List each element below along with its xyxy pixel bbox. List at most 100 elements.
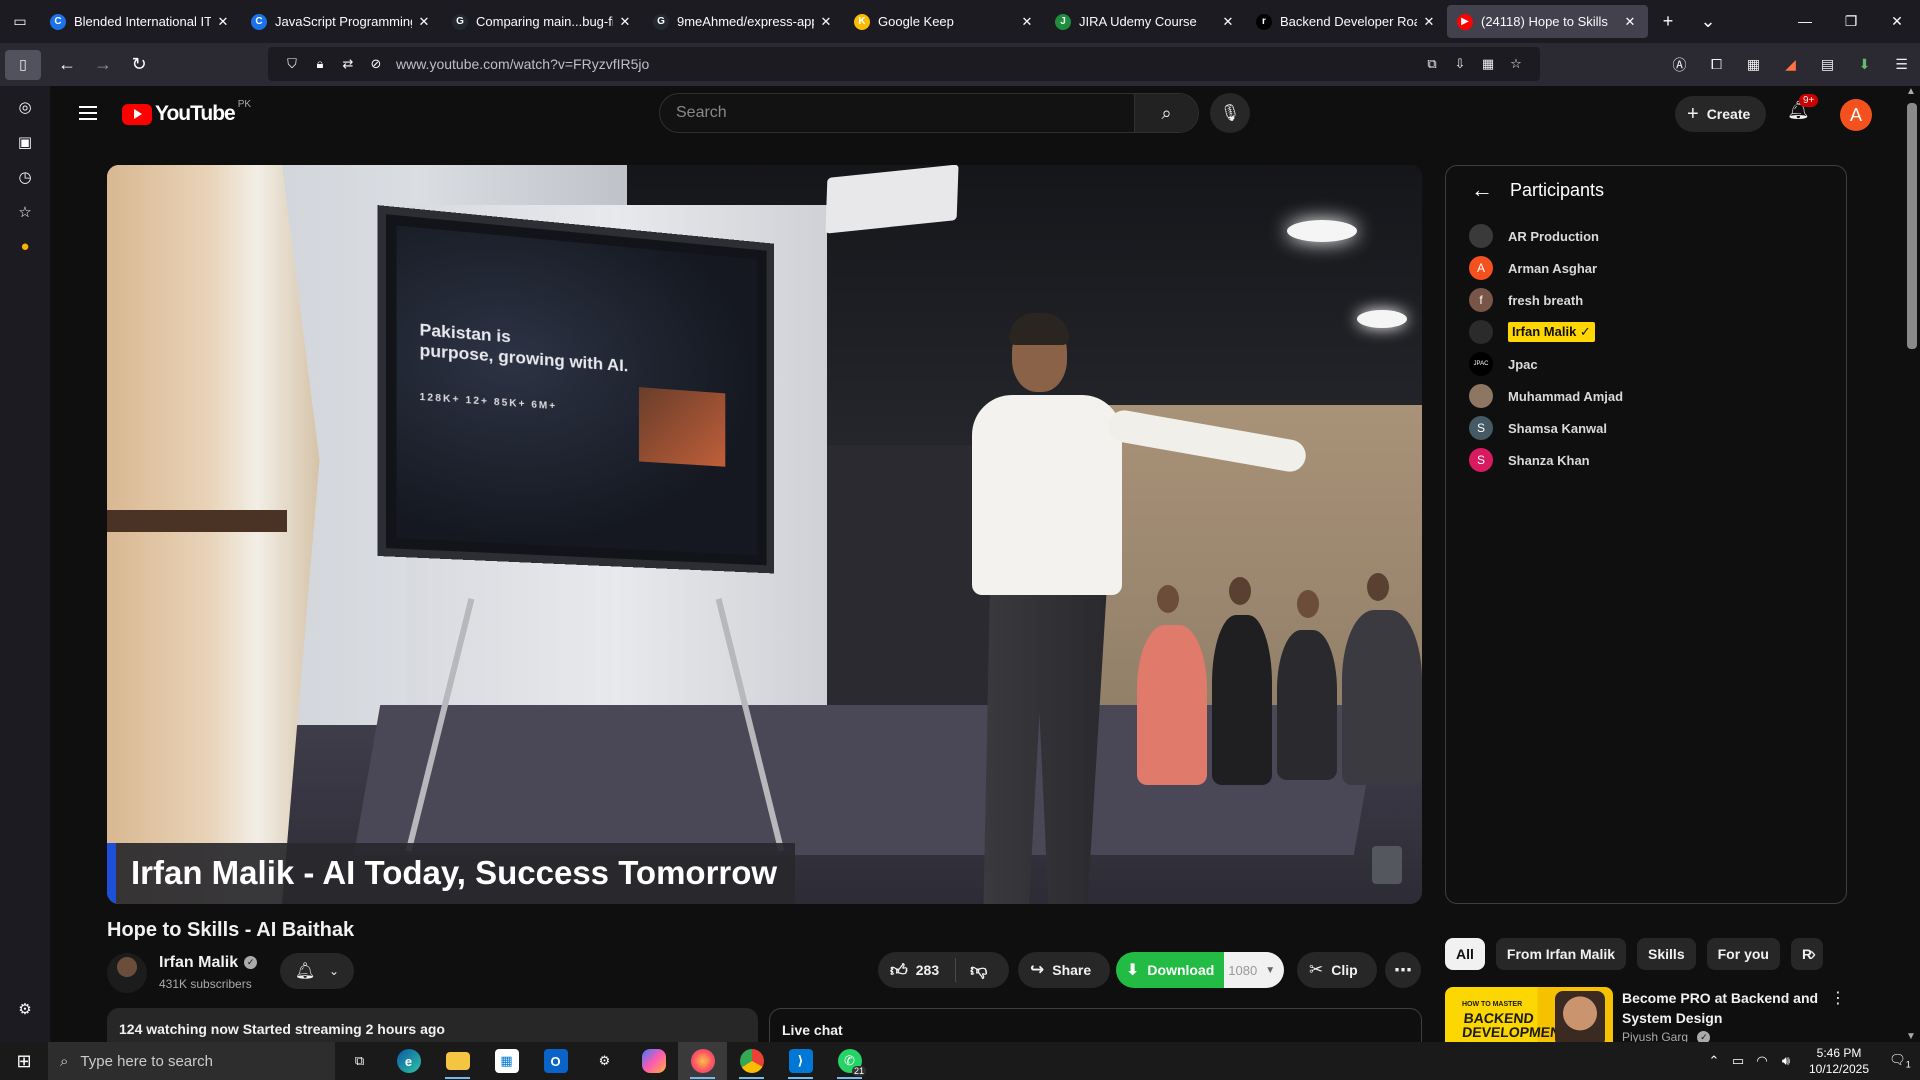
like-count[interactable]: 283 [916,962,939,978]
filter-chip[interactable]: R [1790,938,1824,970]
settings-icon[interactable]: ⚙ [13,1000,37,1024]
browser-tab[interactable]: G Comparing main...bug-fix-t ✕ [442,5,643,38]
sidebar-toggle-button[interactable]: ▯ [5,49,41,80]
restore-button[interactable]: ❐ [1828,13,1874,30]
taskbar-whatsapp[interactable]: ✆ 21 [825,1042,874,1080]
channel-avatar[interactable] [107,953,147,993]
ai-chatbot-icon[interactable]: ◎ [13,98,37,122]
app-menu-icon[interactable]: ☰ [1883,56,1920,73]
tab-close-icon[interactable]: ✕ [1220,14,1236,30]
extension-grid-icon[interactable]: ▦ [1474,56,1502,72]
dislike-icon[interactable]: 👎︎ [970,960,987,981]
taskbar-settings[interactable]: ⚙ [580,1042,629,1080]
back-arrow-icon[interactable]: ← [1462,177,1502,203]
taskbar-search[interactable]: ⌕ Type here to search [48,1042,335,1080]
recommendation-channel-row[interactable]: Piyush Garg ✓ [1622,1030,1711,1042]
youtube-logo[interactable]: YouTube PK [122,99,251,126]
list-all-tabs-button[interactable]: ▭ [0,0,40,43]
filter-chip[interactable]: From Irfan Malik [1495,938,1627,970]
taskbar-firefox[interactable] [678,1042,727,1080]
taskbar-chrome[interactable] [727,1042,776,1080]
browser-tab[interactable]: r Backend Developer Roadm ✕ [1246,5,1447,38]
share-button[interactable]: ↪ Share [1018,952,1110,988]
reader-download-icon[interactable]: ⇩ [1446,56,1474,72]
like-icon[interactable]: 👍︎ [890,960,908,981]
voice-search-button[interactable]: 🎙︎ [1210,93,1250,133]
taskbar-copilot[interactable] [629,1042,678,1080]
media-extension-icon[interactable]: ▤ [1809,56,1846,73]
scroll-down-icon[interactable]: ▼ [1906,1031,1916,1042]
url-text[interactable]: www.youtube.com/watch?v=FRyzvfIR5jo [396,56,649,72]
account-icon[interactable]: Ⓐ [1661,55,1698,75]
browser-tab[interactable]: ▶ (24118) Hope to Skills ✕ [1447,5,1648,38]
browser-tab[interactable]: C Blended International IT Tra ✕ [40,5,241,38]
bookmark-star-icon[interactable]: ☆ [1502,56,1530,72]
minimize-button[interactable]: — [1782,13,1828,30]
tab-close-icon[interactable]: ✕ [1421,14,1437,30]
browser-tab[interactable]: C JavaScript Programming Es ✕ [241,5,442,38]
page-scrollbar[interactable]: ▲ ▼ [1904,86,1920,1042]
clip-button[interactable]: ✂ Clip [1297,952,1377,988]
recommendation-title[interactable]: Become PRO at Backend and System Design [1622,988,1822,1028]
taskbar-file-explorer[interactable] [433,1042,482,1080]
tray-overflow-icon[interactable]: ⌃ [1702,1053,1726,1069]
bookmarks-icon[interactable]: ☆ [13,203,37,227]
participant-item[interactable]: S Shanza Khan [1446,444,1846,476]
wifi-icon[interactable]: ◠ [1750,1053,1774,1069]
taskbar-outlook[interactable]: O [531,1042,580,1080]
search-button[interactable]: ⌕ [1134,94,1198,132]
download-button[interactable]: ⬇ Download [1116,952,1225,988]
scroll-up-icon[interactable]: ▲ [1906,86,1916,97]
start-button[interactable]: ⊞ [0,1051,48,1072]
tab-close-icon[interactable]: ✕ [617,14,633,30]
shield-icon[interactable]: ⛉ [278,56,306,72]
more-actions-button[interactable]: ⋯ [1385,952,1421,988]
volume-icon[interactable]: 🔊︎ [1774,1053,1798,1069]
taskbar-vscode[interactable]: ⟩ [776,1042,825,1080]
action-center-icon[interactable]: 🗨︎1 [1880,1052,1920,1070]
extension-icon[interactable]: ● [13,238,37,262]
lock-icon[interactable]: 🔒︎ [306,56,334,72]
camera-blocked-icon[interactable]: ⊘ [362,56,390,72]
filter-chip[interactable]: Skills [1637,938,1696,970]
browser-tab[interactable]: J JIRA Udemy Course ✕ [1045,5,1246,38]
participant-item[interactable]: S Shamsa Kanwal [1446,412,1846,444]
battery-icon[interactable]: ▭ [1726,1053,1750,1069]
recommendation-channel[interactable]: Piyush Garg [1622,1030,1688,1042]
permissions-icon[interactable]: ⇄ [334,56,362,72]
participant-item[interactable]: AR Production [1446,220,1846,252]
tab-overflow-button[interactable]: ⌄ [1688,11,1728,32]
guide-menu-icon[interactable] [76,102,100,126]
forward-button[interactable]: → [85,54,121,75]
task-view-button[interactable]: ⧉ [335,1042,384,1080]
account-avatar[interactable]: A [1840,99,1872,131]
tab-close-icon[interactable]: ✕ [215,14,231,30]
create-button[interactable]: + Create [1675,96,1767,132]
browser-tab[interactable]: K Google Keep ✕ [844,5,1045,38]
reload-button[interactable]: ↻ [121,54,157,75]
participant-item[interactable]: A Arman Asghar [1446,252,1846,284]
subscription-notification-button[interactable]: 🔔︎ ⌄ [280,953,354,989]
extensions-icon[interactable]: ⧠ [1698,56,1735,73]
participant-item[interactable]: JPAC Jpac [1446,348,1846,380]
description-box[interactable]: 124 watching now Started streaming 2 hou… [107,1008,758,1042]
tab-close-icon[interactable]: ✕ [1019,14,1035,30]
browser-tab[interactable]: G 9meAhmed/express-appoir ✕ [643,5,844,38]
download-manager-icon[interactable]: ⬇ [1846,56,1883,73]
participant-item[interactable]: Irfan Malik ✓ [1446,316,1846,348]
address-bar[interactable]: ⛉ 🔒︎ ⇄ ⊘ www.youtube.com/watch?v=FRyzvfI… [268,47,1540,81]
video-player[interactable]: Pakistan is purpose, growing with AI. 12… [107,165,1422,904]
tab-close-icon[interactable]: ✕ [416,14,432,30]
color-extension-icon[interactable]: ◢ [1772,56,1809,73]
recommendation-thumbnail[interactable]: HOW TO MASTER BACKEND DEVELOPMENT [1445,987,1613,1042]
filter-chip[interactable]: For you [1706,938,1780,970]
back-button[interactable]: ← [49,54,85,75]
taskbar-edge[interactable]: e [384,1042,433,1080]
synced-tabs-icon[interactable]: ▣ [13,133,37,157]
history-icon[interactable]: ◷ [13,168,37,192]
participant-item[interactable]: f fresh breath [1446,284,1846,316]
taskbar-store[interactable]: ▦ [482,1042,531,1080]
recommendation-menu-icon[interactable]: ⋮ [1830,988,1846,1008]
picture-in-picture-icon[interactable]: ⧉ [1418,56,1446,72]
tab-close-icon[interactable]: ✕ [1622,14,1638,30]
